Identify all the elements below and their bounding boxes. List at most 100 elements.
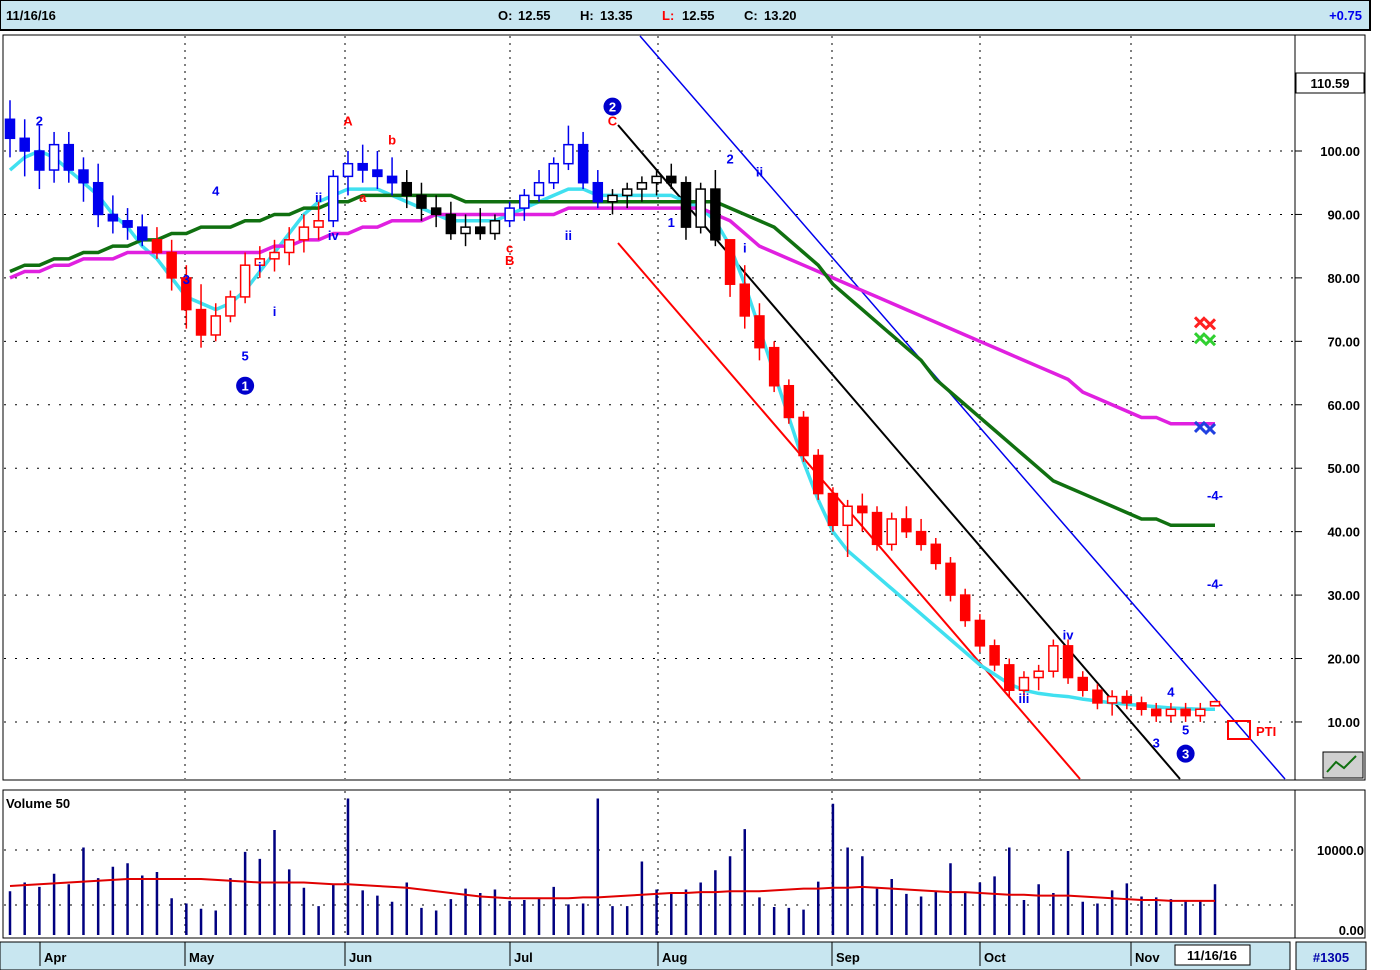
- candle-body: [1004, 664, 1015, 691]
- wave-label: A: [343, 114, 353, 129]
- candle-body: [974, 619, 986, 647]
- y-tick-label: 60.00: [1327, 398, 1360, 413]
- candle-body: [474, 226, 486, 235]
- candle-body: [19, 137, 30, 152]
- candle-body: [886, 518, 897, 546]
- candle-body: [1195, 708, 1206, 717]
- candle-body: [386, 175, 398, 184]
- candle-body: [489, 220, 501, 235]
- wave-circle-label: 1: [242, 379, 249, 394]
- candle-body: [563, 143, 574, 165]
- candle-body: [739, 283, 751, 317]
- y-tick-label: 30.00: [1327, 588, 1360, 603]
- candle-body: [1048, 645, 1059, 672]
- candle-body: [636, 181, 648, 190]
- candle-body: [783, 384, 795, 419]
- candle-body: [812, 454, 824, 495]
- month-label: Jul: [514, 950, 533, 965]
- candle-body: [328, 175, 339, 222]
- y-tick-label: 20.00: [1327, 652, 1360, 667]
- y-tick-label: 70.00: [1327, 334, 1360, 349]
- candle-body: [592, 181, 604, 203]
- candle-body: [1121, 695, 1133, 704]
- wave-label: -4-: [1207, 488, 1223, 503]
- candle-body: [1092, 689, 1103, 704]
- candle-body: [195, 308, 207, 336]
- open-value: 12.55: [518, 8, 551, 23]
- wave-label: 3: [183, 272, 190, 287]
- candle-body: [666, 175, 677, 184]
- candle-body: [1150, 708, 1162, 717]
- candle-body: [63, 143, 75, 171]
- candle-body: [827, 492, 839, 527]
- header-date: 11/16/16: [6, 8, 56, 23]
- candle-body: [915, 530, 927, 546]
- corner-icon[interactable]: [1322, 751, 1364, 779]
- wave-label: i: [258, 260, 262, 275]
- wave-label: 4: [212, 183, 220, 198]
- wave-label: b: [388, 133, 396, 148]
- wave-label: a: [359, 190, 367, 205]
- wave-label: iv: [1063, 627, 1075, 642]
- wave-label: 2: [36, 114, 43, 129]
- candle-body: [621, 188, 633, 197]
- candle-body: [607, 194, 618, 203]
- candle-body: [754, 315, 765, 349]
- candle-body: [1136, 702, 1147, 711]
- candle-body: [122, 220, 133, 228]
- candle-body: [225, 296, 236, 317]
- candle-body: [1018, 676, 1030, 691]
- candle-body: [798, 416, 809, 457]
- wave-label: 3: [1153, 735, 1160, 750]
- candle-body: [239, 264, 251, 298]
- candle-body: [548, 162, 559, 184]
- candle-body: [445, 213, 457, 235]
- y-tick-label: 40.00: [1327, 525, 1360, 540]
- candle-body: [1077, 676, 1088, 691]
- candle-body: [34, 150, 45, 171]
- candle-body: [372, 169, 383, 178]
- y-tick-label: 50.00: [1327, 461, 1360, 476]
- volume-title: Volume 50: [6, 796, 70, 811]
- wave-label: C: [608, 114, 618, 129]
- candle-body: [1062, 645, 1074, 679]
- candle-body: [504, 207, 515, 222]
- candle-body: [430, 207, 442, 216]
- price-panel: [2, 34, 1296, 781]
- ticker-label: PTI: [1256, 724, 1276, 739]
- candle-body: [533, 181, 545, 197]
- candle-body: [4, 118, 16, 140]
- candle-body: [989, 645, 1000, 666]
- candle-body: [342, 162, 354, 178]
- candle-body: [357, 162, 368, 171]
- candle-body: [710, 188, 721, 241]
- high-value: 13.35: [600, 8, 633, 23]
- candle-body: [137, 226, 148, 241]
- candle-body: [269, 251, 280, 260]
- volume-axis: [1294, 789, 1366, 939]
- candle-body: [724, 239, 736, 285]
- candle-body: [401, 181, 413, 197]
- candle-body: [768, 346, 780, 387]
- candle-body: [651, 175, 662, 184]
- candle-body: [48, 143, 60, 171]
- open-label: O:: [498, 8, 512, 23]
- month-label: Nov: [1135, 950, 1160, 965]
- candle-body: [283, 239, 295, 254]
- month-label: Apr: [44, 950, 66, 965]
- volume-tick-label: 0.00: [1339, 923, 1364, 938]
- candle-body: [901, 518, 912, 533]
- candle-body: [460, 226, 471, 235]
- wave-label: 4: [1167, 685, 1175, 700]
- wave-label: B: [505, 253, 514, 268]
- candle-body: [313, 220, 324, 228]
- chart-id: #1305: [1313, 950, 1349, 965]
- month-label: Aug: [662, 950, 687, 965]
- candle-body: [416, 194, 427, 209]
- month-label: Jun: [349, 950, 372, 965]
- high-label: H:: [580, 8, 594, 23]
- candle-body: [107, 213, 119, 222]
- wave-label: iii: [1019, 691, 1030, 706]
- wave-label: ii: [315, 190, 322, 205]
- candle-body: [166, 251, 177, 279]
